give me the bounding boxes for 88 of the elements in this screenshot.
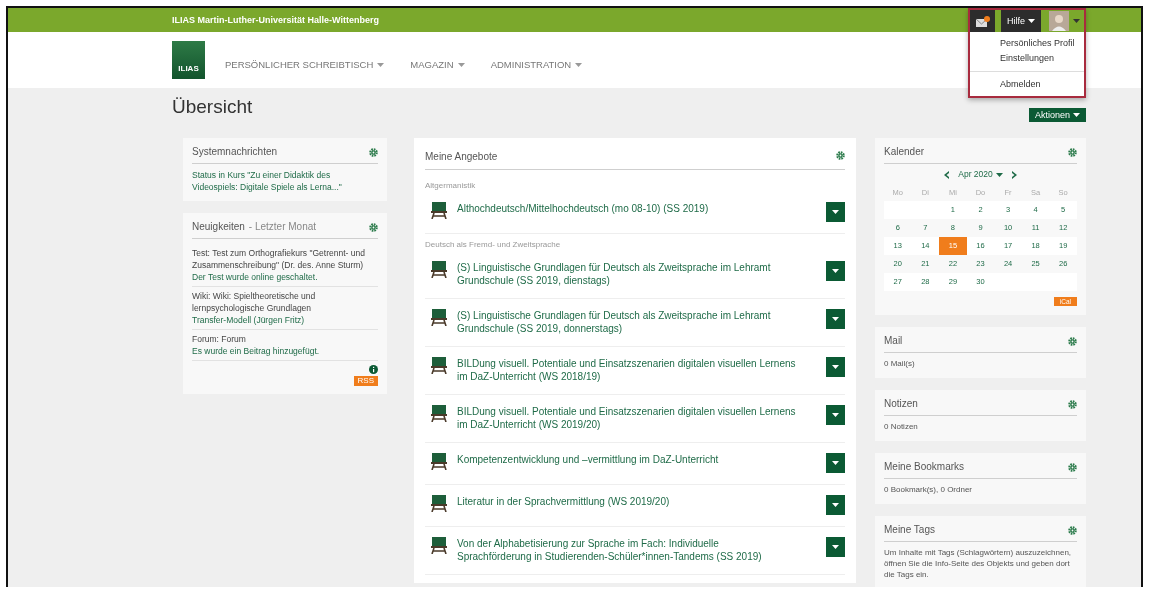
news-text: Forum: Forum — [192, 333, 247, 345]
block-title: Notizen — [884, 398, 918, 409]
course-link[interactable]: BILDung visuell. Potentiale und Einsatzszenarien digitalen visuellen Lernens im DaZ-Unterricht (WS 2018/19) — [457, 356, 816, 383]
easel-icon — [431, 452, 447, 470]
menu-item[interactable]: Abmelden — [970, 77, 1084, 92]
settings-icon[interactable] — [369, 147, 378, 157]
user-menu-button[interactable] — [1047, 10, 1082, 32]
course-link[interactable]: (S) Linguistische Grundlagen für Deutsch als Zweitsprache im Lehramt Grundschule (SS 2019, dienstags) — [457, 260, 816, 287]
chevron-right-icon[interactable] — [1010, 170, 1017, 179]
settings-icon[interactable] — [369, 222, 378, 232]
easel-icon — [431, 494, 447, 512]
item-actions-button[interactable] — [826, 537, 845, 557]
settings-icon[interactable] — [1068, 399, 1077, 409]
easel-icon — [431, 404, 447, 422]
caret-icon — [995, 172, 1003, 177]
caret-icon — [1073, 113, 1080, 117]
course-link[interactable]: (S) Linguistische Grundlagen für Deutsch als Zweitsprache im Lehramt Grundschule (SS 2019, donnerstags) — [457, 308, 816, 335]
mail-icon — [975, 15, 990, 27]
nav-menu-button[interactable]: ADMINISTRATION — [484, 59, 589, 70]
block-text: 0 Notizen — [884, 421, 919, 432]
block-title: Meine Angebote — [425, 151, 498, 162]
block-title: Meine Tags — [884, 524, 935, 535]
course-link[interactable]: Althochdeutsch/Mittelhochdeutsch (mo 08-10) (SS 2019) — [457, 201, 816, 215]
settings-icon[interactable] — [1068, 525, 1077, 535]
caret-icon — [832, 461, 839, 465]
easel-icon — [431, 536, 447, 554]
item-actions-button[interactable] — [826, 453, 845, 473]
course-link[interactable]: Literatur in der Sprachvermittlung (WS 2019/20) — [457, 494, 816, 508]
settings-icon[interactable] — [1068, 336, 1077, 346]
caret-icon — [575, 62, 583, 67]
block-text: 0 Mail(s) — [884, 358, 916, 369]
caret-icon — [832, 413, 839, 417]
item-actions-button[interactable] — [826, 202, 845, 222]
caret-icon — [832, 365, 839, 369]
caret-icon — [1073, 19, 1080, 23]
news-link[interactable]: Transfer-Modell (Jürgen Fritz) — [192, 314, 378, 326]
help-button[interactable]: Hilfe — [1001, 10, 1041, 32]
easel-icon — [431, 201, 447, 219]
nav-menu-button[interactable]: PERSÖNLICHER SCHREIBTISCH — [219, 59, 391, 70]
chevron-left-icon[interactable] — [944, 170, 951, 179]
menu-item[interactable]: Persönliches Profil — [970, 36, 1084, 51]
caret-icon — [832, 210, 839, 214]
actions-button[interactable]: Aktionen — [1028, 108, 1086, 122]
caret-icon — [1028, 19, 1035, 23]
item-actions-button[interactable] — [826, 261, 845, 281]
block-title: Systemnachrichten — [192, 146, 278, 157]
news-link[interactable]: Der Test wurde online geschaltet. — [192, 271, 378, 283]
course-link[interactable]: Kompetenzentwicklung und –vermittlung im DaZ-Unterricht — [457, 452, 816, 466]
caret-icon — [832, 269, 839, 273]
caret-icon — [457, 62, 465, 67]
group-heading: Deutsch als Fremd- und Zweitsprache — [425, 239, 562, 251]
item-actions-button[interactable] — [826, 405, 845, 425]
group-heading: Altgermanistik — [425, 180, 477, 192]
month-picker[interactable]: Apr 2020 — [958, 169, 1003, 180]
block-title: Meine Bookmarks — [884, 461, 965, 472]
news-text: Wiki: Wiki: Spieltheoretische und lernpsychologische Grundlagen — [192, 290, 317, 314]
menu-item[interactable]: Einstellungen — [970, 51, 1084, 66]
easel-icon — [431, 308, 447, 326]
block-text: Um Inhalte mit Tags (Schlagwörtern) auszuzeichnen, öffnen Sie die Info-Seite des Objekts und geben dort die Tags ein. — [884, 547, 1073, 580]
settings-icon[interactable] — [1068, 147, 1077, 157]
course-link[interactable]: BILDung visuell. Potentiale und Einsatzszenarien digitalen visuellen Lernens im DaZ-Unterricht (WS 2019/20) — [457, 404, 816, 431]
block-title: Neuigkeiten — [192, 221, 245, 232]
news-link[interactable]: Status in Kurs "Zu einer Didaktik des Videospiels: Digitale Spiele als Lerna..." — [192, 169, 378, 193]
easel-icon — [431, 356, 447, 374]
caret-icon — [377, 62, 385, 67]
page-title: Übersicht — [172, 96, 253, 118]
avatar-icon — [1049, 11, 1069, 31]
mail-button[interactable] — [970, 10, 995, 32]
block-text: 0 Bookmark(s), 0 Ordner — [884, 484, 974, 495]
news-text: Test: Test zum Orthografiekurs "Getrennt- und Zusammenschreibung" (Dr. des. Anne Sturm) — [192, 247, 366, 271]
item-actions-button[interactable] — [826, 309, 845, 329]
block-subtitle: - Letzter Monat — [248, 221, 317, 232]
caret-icon — [832, 545, 839, 549]
logo[interactable]: ILIAS — [172, 41, 205, 79]
item-actions-button[interactable] — [826, 495, 845, 515]
block-title: Kalender — [884, 146, 925, 157]
item-actions-button[interactable] — [826, 357, 845, 377]
news-link[interactable]: Es wurde ein Beitrag hinzugefügt. — [192, 345, 378, 357]
settings-icon[interactable] — [836, 150, 845, 160]
easel-icon — [431, 260, 447, 278]
caret-icon — [832, 503, 839, 507]
course-link[interactable]: Von der Alphabetisierung zur Sprache im Fach: Individuelle Sprachförderung in Studierenden-Schüler*innen-Tandems (SS 2019) — [457, 536, 816, 563]
nav-menu-button[interactable]: MAGAZIN — [404, 59, 471, 70]
info-icon[interactable] — [369, 365, 378, 374]
caret-icon — [832, 317, 839, 321]
block-title: Mail — [884, 335, 903, 346]
settings-icon[interactable] — [1068, 462, 1077, 472]
site-title: ILIAS Martin-Luther-Universität Halle-Wittenberg — [172, 14, 379, 27]
